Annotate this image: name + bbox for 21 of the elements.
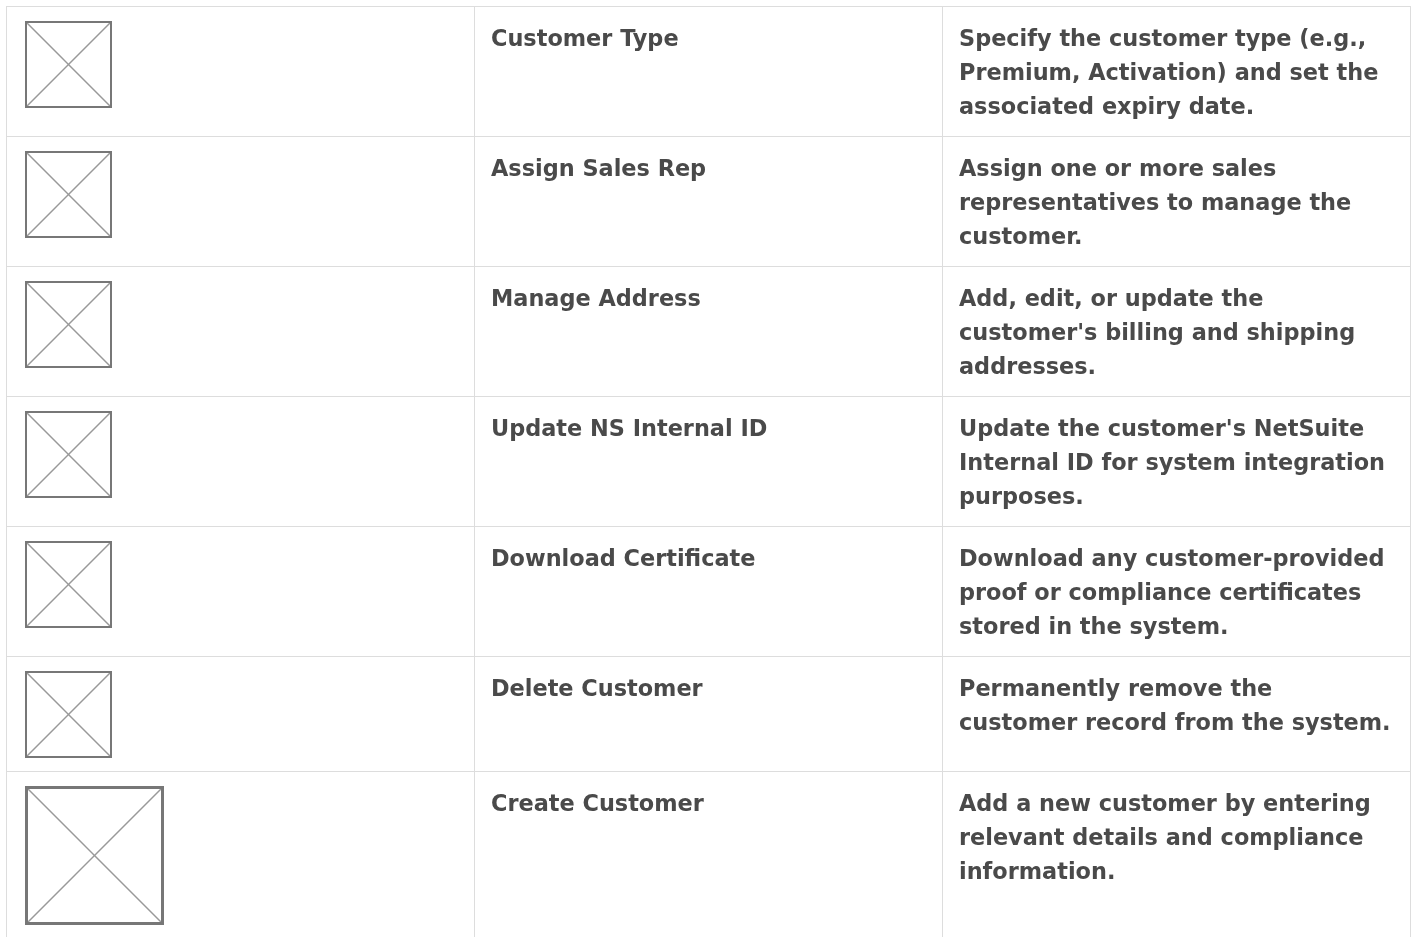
action-name: Create Customer	[491, 790, 704, 816]
broken-image-icon	[25, 786, 164, 925]
action-description: Specify the customer type (e.g., Premium, Activation) and set the associated expiry date.	[959, 25, 1379, 119]
action-name: Delete Customer	[491, 675, 703, 701]
action-name: Update NS Internal ID	[491, 415, 768, 441]
broken-image-icon	[25, 21, 112, 108]
broken-image-icon	[25, 541, 112, 628]
action-description: Add, edit, or update the customer's billing and shipping addresses.	[959, 285, 1356, 379]
broken-image-icon	[25, 671, 112, 758]
action-description: Permanently remove the customer record from the system.	[959, 675, 1391, 735]
action-description: Update the customer's NetSuite Internal ID for system integration purposes.	[959, 415, 1386, 509]
action-name: Assign Sales Rep	[491, 155, 707, 181]
action-name: Download Certificate	[491, 545, 756, 571]
broken-image-icon	[25, 411, 112, 498]
broken-image-icon	[25, 281, 112, 368]
broken-image-icon	[25, 151, 112, 238]
action-description: Download any customer-provided proof or compliance certificates stored in the system.	[959, 545, 1385, 639]
action-name: Manage Address	[491, 285, 701, 311]
action-description: Assign one or more sales representatives to manage the customer.	[959, 155, 1352, 249]
action-description: Add a new customer by entering relevant details and compliance information.	[959, 790, 1371, 884]
action-name: Customer Type	[491, 25, 679, 51]
